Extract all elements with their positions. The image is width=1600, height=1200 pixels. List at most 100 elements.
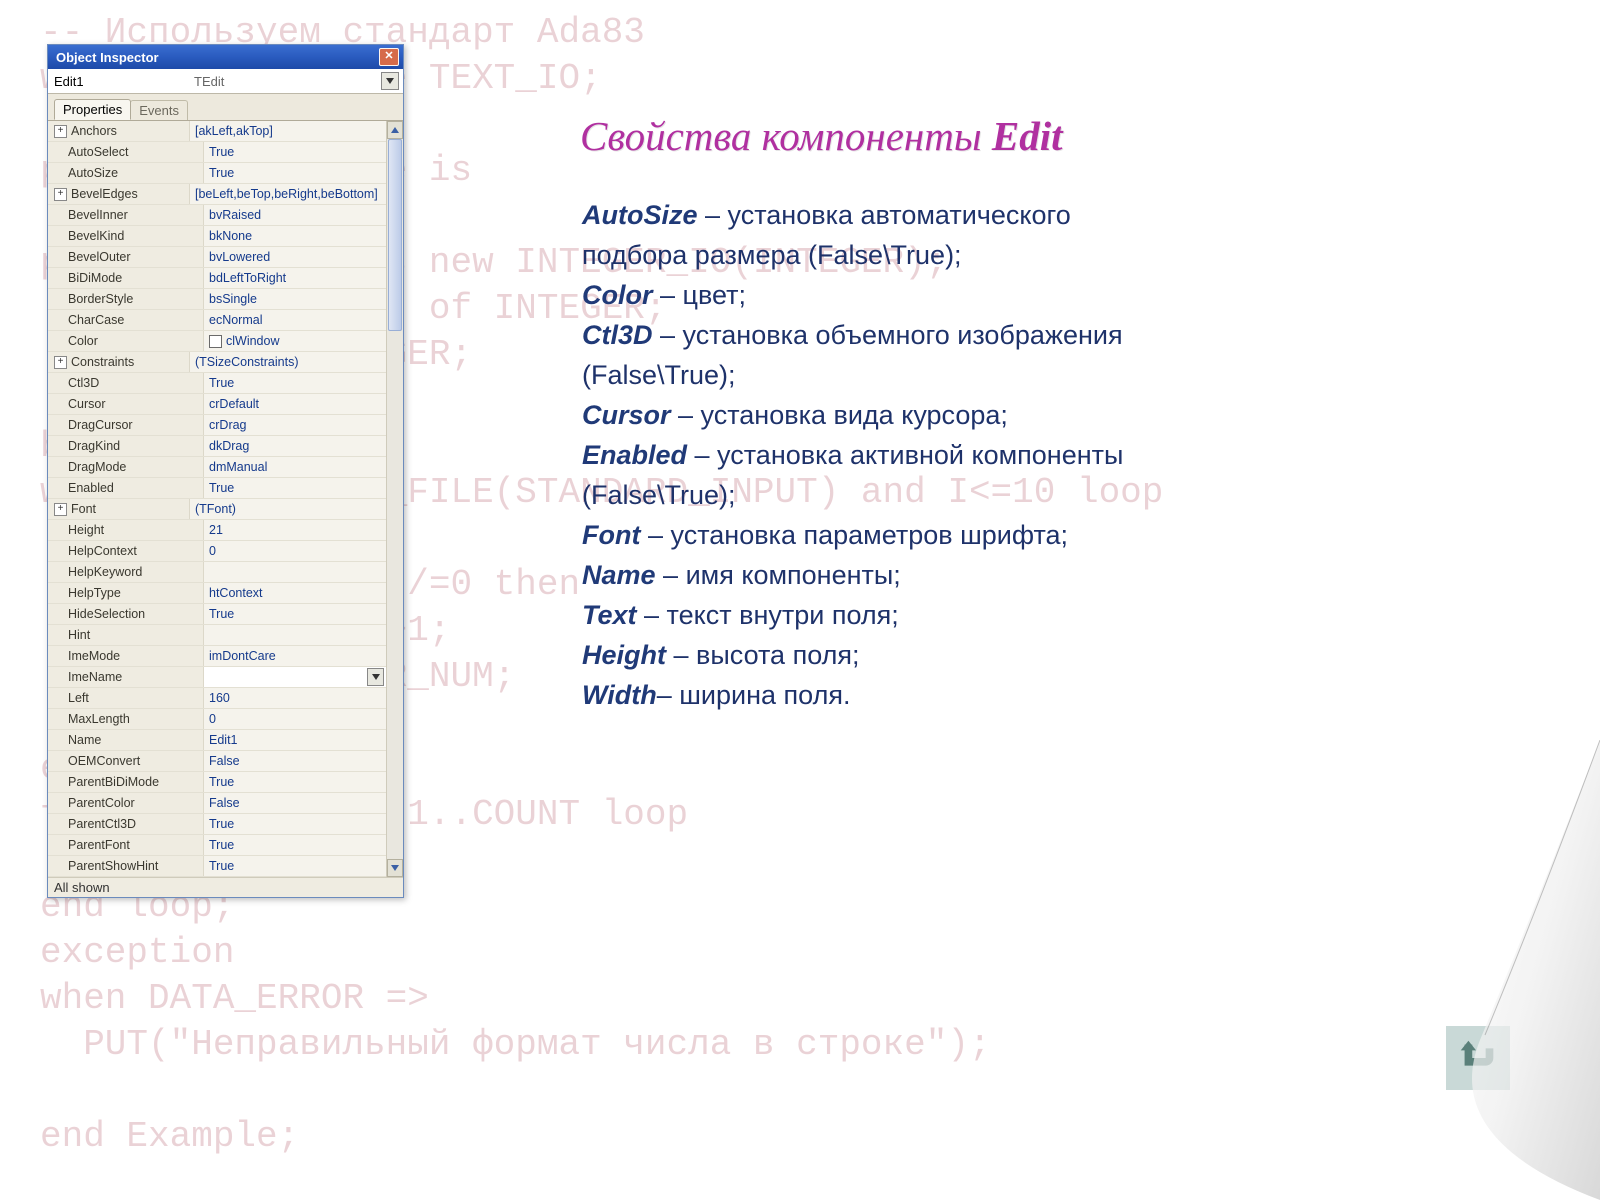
property-row[interactable]: ParentCtl3DTrue [48, 814, 386, 835]
color-checkbox[interactable] [209, 335, 222, 348]
property-value[interactable]: True [204, 604, 386, 624]
property-row[interactable]: NameEdit1 [48, 730, 386, 751]
property-name: OEMConvert [48, 751, 204, 771]
scroll-up-icon[interactable] [387, 121, 403, 139]
property-value[interactable] [204, 625, 386, 645]
property-row[interactable]: DragKinddkDrag [48, 436, 386, 457]
property-value[interactable]: [beLeft,beTop,beRight,beBottom] [190, 184, 386, 204]
property-row[interactable]: Left160 [48, 688, 386, 709]
property-value[interactable]: dkDrag [204, 436, 386, 456]
property-value[interactable]: dmManual [204, 457, 386, 477]
property-row[interactable]: +BevelEdges[beLeft,beTop,beRight,beBotto… [48, 184, 386, 205]
property-value[interactable]: True [204, 814, 386, 834]
property-value[interactable] [204, 667, 386, 687]
property-row[interactable]: DragModedmManual [48, 457, 386, 478]
property-row[interactable]: ColorclWindow [48, 331, 386, 352]
tab-events[interactable]: Events [130, 100, 188, 120]
property-value[interactable]: ecNormal [204, 310, 386, 330]
property-value[interactable]: imDontCare [204, 646, 386, 666]
property-row[interactable]: +Font(TFont) [48, 499, 386, 520]
property-row[interactable]: CursorcrDefault [48, 394, 386, 415]
chevron-down-icon[interactable] [381, 72, 399, 90]
property-row[interactable]: HelpKeyword [48, 562, 386, 583]
property-row[interactable]: EnabledTrue [48, 478, 386, 499]
property-row[interactable]: BevelInnerbvRaised [48, 205, 386, 226]
property-row[interactable]: ImeName [48, 667, 386, 688]
property-value[interactable]: crDefault [204, 394, 386, 414]
property-value[interactable]: 0 [204, 541, 386, 561]
inspector-footer: All shown [48, 877, 403, 897]
property-value[interactable]: False [204, 793, 386, 813]
property-row[interactable]: ImeModeimDontCare [48, 646, 386, 667]
property-row[interactable]: BiDiModebdLeftToRight [48, 268, 386, 289]
property-row[interactable]: CharCaseecNormal [48, 310, 386, 331]
property-row[interactable]: +Anchors[akLeft,akTop] [48, 121, 386, 142]
property-row[interactable]: ParentColorFalse [48, 793, 386, 814]
property-value[interactable]: (TSizeConstraints) [190, 352, 386, 372]
term: Height [582, 640, 666, 670]
property-name: CharCase [48, 310, 204, 330]
expand-icon[interactable]: + [54, 356, 67, 369]
property-row[interactable]: Hint [48, 625, 386, 646]
property-value[interactable]: True [204, 373, 386, 393]
tab-properties[interactable]: Properties [54, 99, 131, 120]
scroll-thumb[interactable] [388, 139, 402, 331]
property-value[interactable]: bsSingle [204, 289, 386, 309]
expand-icon[interactable]: + [54, 503, 67, 516]
property-row[interactable]: +Constraints(TSizeConstraints) [48, 352, 386, 373]
property-row[interactable]: BevelOuterbvLowered [48, 247, 386, 268]
property-value[interactable]: [akLeft,akTop] [190, 121, 386, 141]
scroll-down-icon[interactable] [387, 859, 403, 877]
term: Cursor [582, 400, 671, 430]
property-value[interactable]: True [204, 856, 386, 876]
property-value[interactable]: bkNone [204, 226, 386, 246]
property-row[interactable]: AutoSizeTrue [48, 163, 386, 184]
property-row[interactable]: BorderStylebsSingle [48, 289, 386, 310]
object-selector[interactable]: Edit1 TEdit [48, 69, 403, 94]
property-row[interactable]: Height21 [48, 520, 386, 541]
property-name: BiDiMode [48, 268, 204, 288]
property-value[interactable]: True [204, 772, 386, 792]
back-icon[interactable] [1446, 1026, 1510, 1090]
scroll-track[interactable] [387, 139, 403, 859]
property-value[interactable]: True [204, 478, 386, 498]
property-value[interactable] [204, 562, 386, 582]
property-row[interactable]: HelpContext0 [48, 541, 386, 562]
property-value[interactable]: True [204, 835, 386, 855]
property-row[interactable]: ParentFontTrue [48, 835, 386, 856]
description: – установка вида курсора; [671, 400, 1008, 430]
chevron-down-icon[interactable] [367, 668, 384, 686]
property-row[interactable]: ParentShowHintTrue [48, 856, 386, 877]
property-row[interactable]: OEMConvertFalse [48, 751, 386, 772]
property-value[interactable]: bvRaised [204, 205, 386, 225]
page-title: Свойства компоненты Edit [580, 112, 1063, 160]
property-name: +Anchors [48, 121, 190, 141]
property-value[interactable]: crDrag [204, 415, 386, 435]
property-value[interactable]: Edit1 [204, 730, 386, 750]
titlebar[interactable]: Object Inspector ✕ [48, 45, 403, 69]
property-value[interactable]: 0 [204, 709, 386, 729]
close-icon[interactable]: ✕ [379, 48, 399, 66]
property-name: Name [48, 730, 204, 750]
property-row[interactable]: DragCursorcrDrag [48, 415, 386, 436]
expand-icon[interactable]: + [54, 188, 67, 201]
property-value[interactable]: htContext [204, 583, 386, 603]
property-value[interactable]: 21 [204, 520, 386, 540]
property-row[interactable]: Ctl3DTrue [48, 373, 386, 394]
property-row[interactable]: BevelKindbkNone [48, 226, 386, 247]
property-row[interactable]: HelpTypehtContext [48, 583, 386, 604]
property-value[interactable]: False [204, 751, 386, 771]
property-value[interactable]: (TFont) [190, 499, 386, 519]
property-row[interactable]: ParentBiDiModeTrue [48, 772, 386, 793]
property-value[interactable]: bvLowered [204, 247, 386, 267]
property-row[interactable]: HideSelectionTrue [48, 604, 386, 625]
property-row[interactable]: MaxLength0 [48, 709, 386, 730]
property-value[interactable]: clWindow [204, 331, 386, 351]
property-row[interactable]: AutoSelectTrue [48, 142, 386, 163]
property-value[interactable]: bdLeftToRight [204, 268, 386, 288]
property-value[interactable]: True [204, 142, 386, 162]
scrollbar[interactable] [386, 121, 403, 877]
property-value[interactable]: True [204, 163, 386, 183]
property-value[interactable]: 160 [204, 688, 386, 708]
expand-icon[interactable]: + [54, 125, 67, 138]
